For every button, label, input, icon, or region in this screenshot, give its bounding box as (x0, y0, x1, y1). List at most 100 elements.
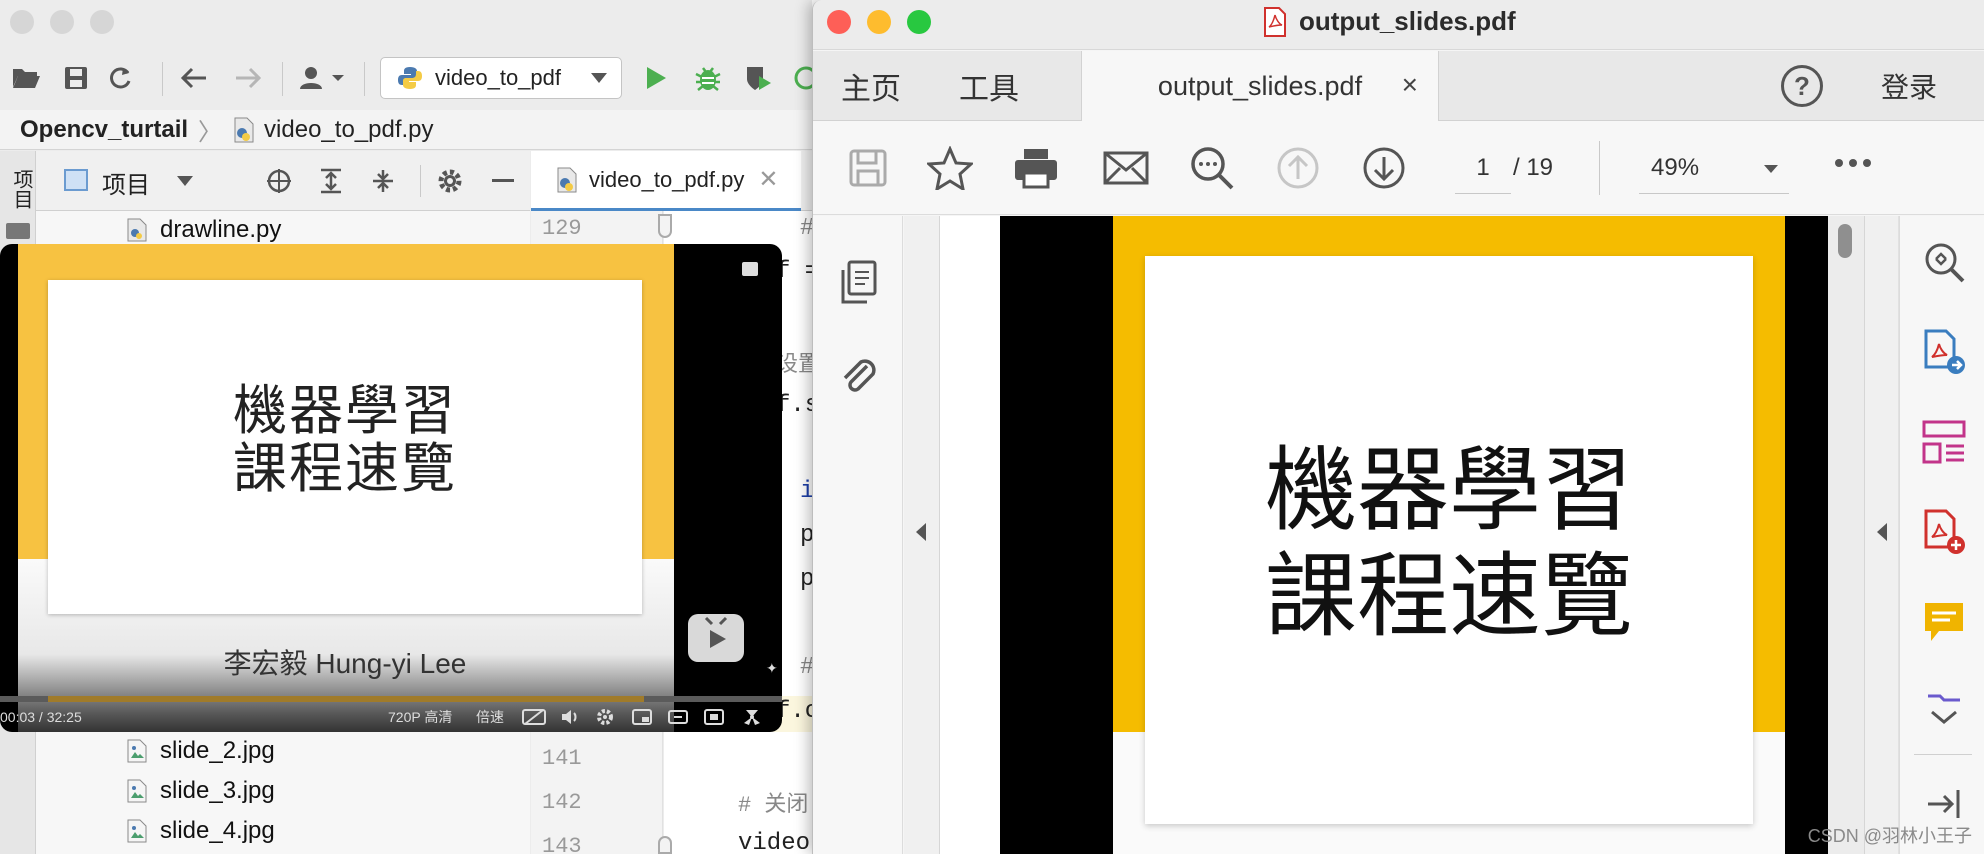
save-icon[interactable] (843, 143, 893, 193)
breadcrumb-project[interactable]: Opencv_turtail (20, 116, 188, 144)
project-side-tab[interactable]: 项目 (4, 169, 32, 209)
code-line: i (800, 478, 812, 505)
minimize-window-button[interactable] (50, 10, 74, 34)
back-arrow-icon[interactable] (176, 60, 212, 96)
code-line: # 关闭 (738, 793, 809, 818)
help-icon[interactable]: ? (1781, 65, 1823, 107)
video-slide-author: 李宏毅 Hung-yi Lee (223, 648, 467, 679)
comment-icon[interactable] (1920, 598, 1968, 646)
next-page-icon[interactable] (1359, 143, 1409, 193)
vertical-scrollbar[interactable] (1828, 216, 1864, 854)
tv-play-icon[interactable] (688, 614, 744, 662)
login-button[interactable]: 登录 (1881, 51, 1937, 121)
radiation-icon[interactable] (742, 708, 762, 726)
coverage-shield-icon[interactable] (740, 60, 776, 96)
settings-gear-icon[interactable] (596, 708, 614, 726)
pdf-slide-title: 機器學習 課程速覽 (1145, 438, 1753, 650)
tab-document[interactable]: output_slides.pdf × (1081, 51, 1439, 121)
video-buffer-fill (48, 696, 644, 702)
run-configuration-select[interactable]: video_to_pdf (380, 57, 622, 99)
run-icon[interactable] (638, 60, 674, 96)
video-slide-title-line2: 課程速覽 (233, 437, 457, 500)
close-tab-icon[interactable]: × (1402, 69, 1418, 101)
chevron-down-icon (1764, 165, 1778, 173)
debug-bug-icon[interactable] (690, 60, 726, 96)
right-pane-collapser[interactable] (1864, 216, 1898, 854)
fold-marker-icon[interactable] (658, 214, 672, 238)
speed-button[interactable]: 倍速 (476, 702, 504, 732)
project-panel-title[interactable]: 项目 (102, 165, 150, 200)
video-time: 00:03 / 32:25 (0, 709, 82, 725)
chevron-down-icon[interactable] (176, 175, 194, 187)
collapse-pane-icon[interactable] (1920, 780, 1968, 828)
locate-crosshair-icon[interactable] (266, 168, 292, 194)
export-pdf-icon[interactable] (1920, 328, 1968, 376)
more-tools-chevron-icon[interactable] (1920, 686, 1968, 734)
expand-all-icon[interactable] (318, 168, 344, 194)
more-options-icon[interactable] (1835, 159, 1871, 167)
tab-home[interactable]: 主页 (841, 51, 901, 121)
minimize-window-button[interactable] (867, 10, 891, 34)
sync-icon[interactable] (102, 60, 138, 96)
fullscreen-icon[interactable] (704, 708, 724, 726)
left-tool-pane (813, 216, 903, 854)
vcs-user-icon[interactable] (294, 60, 350, 96)
left-pane-collapser[interactable] (904, 216, 940, 854)
video-player-window[interactable]: 機器學習 課程速覽 李宏毅 Hung-yi Lee ✦ 00:03 / 32:2… (0, 244, 782, 732)
chevron-down-icon (591, 73, 607, 83)
code-line: # (800, 215, 812, 242)
pin-icon[interactable]: ✦ (766, 660, 778, 677)
zoom-window-button[interactable] (90, 10, 114, 34)
toolbar-separator (282, 62, 283, 96)
tab-tools[interactable]: 工具 (959, 51, 1019, 121)
document-viewer[interactable]: 機器學習 課程速覽 (904, 216, 1912, 854)
organize-pages-icon[interactable] (1920, 418, 1968, 466)
pdf-toolbar (813, 121, 1984, 215)
star-icon[interactable] (925, 143, 975, 193)
breadcrumb-file[interactable]: video_to_pdf.py (264, 116, 433, 144)
close-tab-icon[interactable]: ✕ (758, 165, 778, 194)
volume-icon[interactable] (560, 708, 580, 726)
forward-arrow-icon[interactable] (230, 60, 266, 96)
create-pdf-icon[interactable] (1920, 508, 1968, 556)
scrollbar-thumb[interactable] (1838, 224, 1852, 258)
collapse-all-icon[interactable] (370, 168, 396, 194)
video-slide-title: 機器學習 課程速覽 (48, 382, 642, 498)
tree-item[interactable]: slide_2.jpg (126, 731, 275, 771)
open-folder-icon[interactable] (8, 60, 44, 96)
tree-item[interactable]: slide_4.jpg (126, 811, 275, 851)
minimize-panel-icon[interactable] (492, 179, 514, 182)
right-tool-pane (1899, 216, 1984, 854)
picture-in-picture-icon[interactable] (632, 708, 652, 726)
watermark: CSDN @羽林小王子 (1807, 826, 1972, 846)
gear-icon[interactable] (436, 167, 464, 195)
close-window-button[interactable] (827, 10, 851, 34)
save-icon[interactable] (58, 60, 94, 96)
danmaku-off-icon[interactable] (522, 708, 546, 726)
profile-clock-icon[interactable] (788, 60, 812, 96)
paperclip-icon[interactable] (839, 352, 877, 396)
wide-mode-icon[interactable] (668, 708, 688, 726)
email-icon[interactable] (1101, 143, 1151, 193)
copy-pages-icon[interactable] (839, 260, 877, 304)
editor-tab[interactable]: video_to_pdf.py ✕ (531, 151, 801, 211)
fold-marker-icon[interactable] (658, 836, 672, 854)
pdf-slide-title-line2: 課程速覽 (1264, 543, 1633, 650)
zoom-window-button[interactable] (907, 10, 931, 34)
pdf-tab-bar: 主页 工具 output_slides.pdf × ? 登录 (813, 51, 1984, 121)
line-number: 142 (542, 790, 582, 815)
previous-page-icon[interactable] (1273, 143, 1323, 193)
video-slide-title-line1: 機器學習 (233, 379, 457, 442)
zoom-select[interactable]: 49% (1639, 142, 1789, 194)
quality-button[interactable]: 720P 高清 (388, 702, 452, 732)
breadcrumb: Opencv_turtail 〉 video_to_pdf.py (0, 110, 812, 150)
zoom-out-search-icon[interactable] (1187, 143, 1237, 193)
run-configuration-label: video_to_pdf (435, 65, 561, 90)
tree-item[interactable]: slide_3.jpg (126, 771, 275, 811)
close-window-button[interactable] (10, 10, 34, 34)
zoom-fit-icon[interactable] (1920, 238, 1968, 286)
help-icon[interactable] (742, 262, 758, 276)
print-icon[interactable] (1011, 143, 1061, 193)
page-number-input[interactable]: 1 (1455, 142, 1511, 194)
python-file-icon (557, 167, 577, 192)
